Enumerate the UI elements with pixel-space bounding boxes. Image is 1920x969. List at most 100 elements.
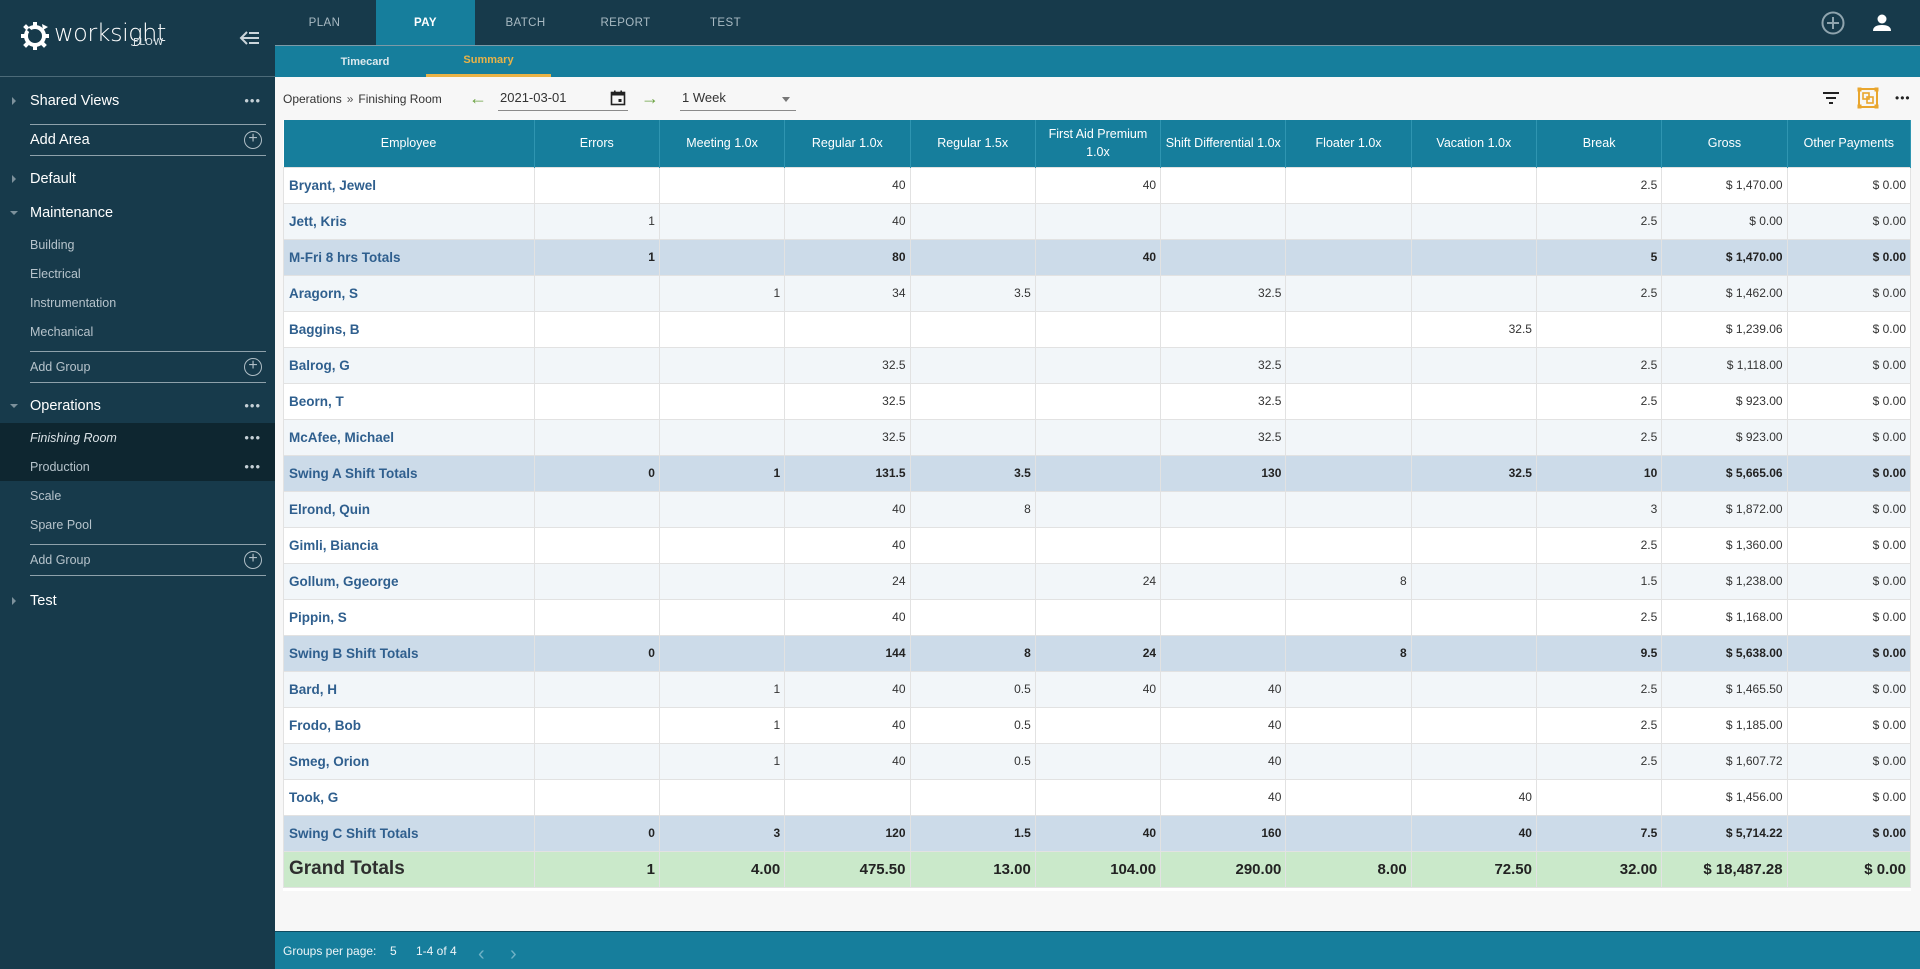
column-header-regular-1-5x[interactable]: Regular 1.5x [910, 120, 1036, 167]
add-circle-icon[interactable]: + [244, 551, 262, 569]
cell-errors: 0 [533, 634, 660, 672]
sidebar-item-shared-views[interactable]: Shared Views ••• [0, 84, 275, 118]
cell-vacation-1-0x [1410, 274, 1537, 312]
breadcrumb-separator: » [346, 92, 354, 106]
employee-name-link[interactable]: Took, G [283, 778, 535, 816]
cell-shift-differential-1-0x: 40 [1160, 742, 1287, 780]
toolbar: Operations » Finishing Room ← 2021-03-01 →… [275, 77, 1920, 119]
add-circle-icon[interactable]: + [244, 358, 262, 376]
column-header-employee[interactable]: Employee [283, 120, 535, 167]
cell-vacation-1-0x [1410, 238, 1537, 276]
cell-gross: $ 5,638.00 [1661, 634, 1788, 672]
more-options-icon[interactable]: ••• [244, 399, 261, 412]
column-header-first-aid-premium-1-0x[interactable]: First Aid Premium 1.0x [1035, 120, 1162, 167]
employee-name-link[interactable]: Gollum, Ggeorge [283, 562, 535, 600]
employee-name-link[interactable]: Bryant, Jewel [283, 166, 535, 204]
subtab-summary[interactable]: Summary [426, 46, 551, 77]
employee-name-link[interactable]: McAfee, Michael [283, 418, 535, 456]
add-circle-icon[interactable]: + [244, 131, 262, 149]
more-options-icon[interactable]: ••• [244, 460, 261, 473]
sidebar-item-label: Maintenance [30, 205, 114, 221]
column-header-meeting-1-0x[interactable]: Meeting 1.0x [659, 120, 786, 167]
next-page-icon[interactable]: › [510, 944, 517, 964]
column-header-break[interactable]: Break [1536, 120, 1663, 167]
cell-other-payments: $ 0.00 [1786, 418, 1912, 456]
cell-gross: $ 923.00 [1661, 382, 1788, 420]
add-group-row[interactable]: Add Group + [30, 544, 266, 576]
add-circle-icon[interactable] [1821, 11, 1845, 35]
sidebar-group-production[interactable]: Production ••• [0, 452, 275, 481]
tab-test[interactable]: TEST [676, 0, 775, 45]
previous-period-arrow-icon[interactable]: ← [469, 89, 487, 107]
employee-name-link[interactable]: Balrog, G [283, 346, 535, 384]
column-header-gross[interactable]: Gross [1661, 120, 1788, 167]
user-account-icon[interactable] [1870, 11, 1894, 35]
sidebar-item-label: Test [30, 593, 57, 609]
more-options-icon[interactable]: ••• [244, 431, 261, 444]
tab-pay[interactable]: PAY [376, 0, 475, 45]
collapse-sidebar-icon[interactable] [238, 27, 262, 49]
sidebar-group-instrumentation[interactable]: Instrumentation [0, 288, 275, 317]
cell-vacation-1-0x [1410, 166, 1537, 204]
employee-name-link[interactable]: Aragorn, S [283, 274, 535, 312]
sidebar-group-scale[interactable]: Scale [0, 481, 275, 510]
tab-plan[interactable]: PLAN [275, 0, 374, 45]
employee-name-link[interactable]: Gimli, Biancia [283, 526, 535, 564]
column-header-vacation-1-0x[interactable]: Vacation 1.0x [1411, 120, 1537, 167]
column-header-shift-differential-1-0x[interactable]: Shift Differential 1.0x [1160, 120, 1287, 167]
more-options-icon[interactable]: ••• [244, 94, 261, 107]
tab-batch[interactable]: BATCH [476, 0, 575, 45]
sidebar-item-test[interactable]: Test [0, 584, 275, 618]
cell-floater-1-0x [1285, 382, 1412, 420]
cell-regular-1-0x: 40 [784, 490, 911, 528]
column-header-errors[interactable]: Errors [534, 120, 660, 167]
add-area-row[interactable]: Add Area + [30, 124, 266, 156]
date-input[interactable]: 2021-03-01 [498, 87, 628, 111]
employee-name-link[interactable]: Elrond, Quin [283, 490, 535, 528]
sidebar-group-mechanical[interactable]: Mechanical [0, 317, 275, 346]
sidebar-item-default[interactable]: Default [0, 162, 275, 196]
employee-name-link[interactable]: Beorn, T [283, 382, 535, 420]
sidebar-group-spare-pool[interactable]: Spare Pool [0, 510, 275, 539]
cell-errors [533, 778, 660, 816]
employee-name-link[interactable]: Bard, H [283, 670, 535, 708]
cell-errors [533, 670, 660, 708]
employee-name-link[interactable]: Smeg, Orion [283, 742, 535, 780]
breadcrumb-item[interactable]: Finishing Room [358, 92, 441, 106]
cell-shift-differential-1-0x: 32.5 [1160, 418, 1287, 456]
group-label: Building [30, 237, 75, 252]
subtab-timecard[interactable]: Timecard [315, 46, 415, 77]
cell-meeting-1-0x [658, 238, 786, 276]
calendar-icon[interactable] [610, 90, 626, 106]
employee-name-link[interactable]: Frodo, Bob [283, 706, 535, 744]
employee-name-link[interactable]: Pippin, S [283, 598, 535, 636]
more-options-icon[interactable]: ••• [1895, 91, 1917, 113]
cell-other-payments: $ 0.00 [1786, 346, 1912, 384]
employee-name-link[interactable]: Jett, Kris [283, 202, 535, 240]
sidebar-item-operations[interactable]: Operations ••• [0, 389, 275, 423]
groups-per-page-select[interactable]: 5 [390, 944, 397, 958]
tab-report[interactable]: REPORT [576, 0, 675, 45]
employee-name-link[interactable]: Baggins, B [283, 310, 535, 348]
sidebar-group-finishing-room[interactable]: Finishing Room ••• [0, 423, 275, 452]
cell-floater-1-0x: 8 [1285, 562, 1412, 600]
employee-row: Gollum, Ggeorge 24 24 8 1.5 $ 1,238.00 $ 0.00 [283, 562, 1912, 600]
period-select[interactable]: 1 Week [680, 87, 796, 111]
next-period-arrow-icon[interactable]: → [641, 89, 659, 107]
previous-page-icon[interactable]: ‹ [478, 944, 485, 964]
sidebar-group-electrical[interactable]: Electrical [0, 259, 275, 288]
cell-errors [533, 742, 660, 780]
filter-icon[interactable] [1820, 87, 1842, 109]
sidebar-item-maintenance[interactable]: Maintenance [0, 196, 275, 230]
breadcrumb-item[interactable]: Operations [283, 92, 342, 106]
cell-vacation-1-0x: 32.5 [1410, 310, 1537, 348]
column-header-other-payments[interactable]: Other Payments [1787, 120, 1912, 167]
add-group-row[interactable]: Add Group + [30, 351, 266, 383]
cell-meeting-1-0x [658, 310, 786, 348]
column-header-regular-1-0x[interactable]: Regular 1.0x [784, 120, 911, 167]
column-header-floater-1-0x[interactable]: Floater 1.0x [1285, 120, 1412, 167]
cell-shift-differential-1-0x: 40 [1160, 670, 1287, 708]
sidebar-group-building[interactable]: Building [0, 230, 275, 259]
group-view-toggle-icon[interactable] [1857, 87, 1879, 109]
cell-first-aid-premium-1-0x [1034, 346, 1162, 384]
